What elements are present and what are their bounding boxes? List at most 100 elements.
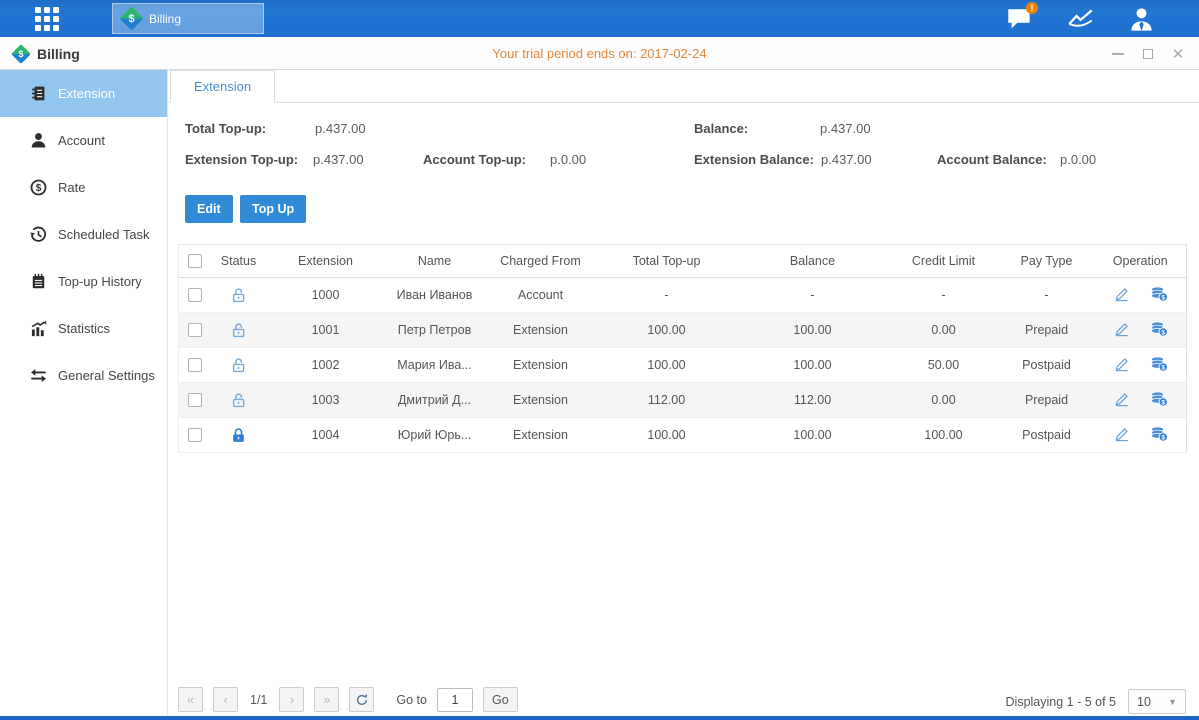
resource-monitor-icon[interactable]: [1067, 7, 1094, 31]
cell-extension: 1000: [267, 278, 385, 313]
cell-operation: $: [1095, 313, 1187, 348]
displaying-label: Displaying 1 - 5 of 5: [1006, 695, 1116, 709]
cell-pay-type: -: [999, 278, 1095, 313]
close-button[interactable]: ✕: [1171, 47, 1185, 61]
sidebar-item-label: Scheduled Task: [58, 227, 150, 242]
header-checkbox-cell: [179, 245, 211, 278]
topup-icon[interactable]: $: [1150, 391, 1168, 407]
column-charged-from: Charged From: [485, 245, 597, 278]
sidebar-item-rate[interactable]: $ Rate: [0, 164, 167, 211]
table-row[interactable]: 1001 Петр Петров Extension 100.00 100.00…: [179, 313, 1187, 348]
cell-extension: 1002: [267, 348, 385, 383]
cell-name: Иван Иванов: [385, 278, 485, 313]
user-account-icon[interactable]: [1128, 7, 1155, 31]
last-page-button[interactable]: »: [314, 687, 339, 712]
extension-balance-value: p.437.00: [821, 152, 872, 167]
goto-label: Go to: [396, 693, 427, 707]
go-button[interactable]: Go: [483, 687, 518, 712]
topup-icon[interactable]: $: [1150, 286, 1168, 302]
cell-charged-from: Extension: [485, 313, 597, 348]
column-pay-type: Pay Type: [999, 245, 1095, 278]
cell-pay-type: Prepaid: [999, 383, 1095, 418]
notifications-icon[interactable]: !: [1006, 7, 1033, 31]
sidebar-item-label: Account: [58, 133, 105, 148]
cell-balance: 112.00: [737, 383, 889, 418]
account-topup-label: Account Top-up:: [423, 152, 526, 167]
app-launcher-icon[interactable]: [35, 7, 59, 31]
prev-page-button[interactable]: ‹: [213, 687, 238, 712]
history-icon: [30, 226, 47, 243]
cell-credit-limit: 50.00: [889, 348, 999, 383]
top-up-button[interactable]: Top Up: [240, 195, 306, 223]
row-checkbox[interactable]: [188, 393, 202, 407]
edit-icon[interactable]: [1113, 286, 1131, 302]
cell-total-topup: 112.00: [597, 383, 737, 418]
edit-button[interactable]: Edit: [185, 195, 233, 223]
cell-name: Петр Петров: [385, 313, 485, 348]
topup-icon[interactable]: $: [1150, 426, 1168, 442]
tab-strip: Extension: [168, 70, 1199, 103]
refresh-icon[interactable]: [349, 687, 374, 712]
extension-topup-value: p.437.00: [313, 152, 364, 167]
cell-operation: $: [1095, 348, 1187, 383]
sidebar-item-top-up-history[interactable]: Top-up History: [0, 258, 167, 305]
table-row[interactable]: 1004 Юрий Юрь... Extension 100.00 100.00…: [179, 418, 1187, 453]
next-page-button[interactable]: ›: [279, 687, 304, 712]
user-icon: [30, 132, 47, 149]
table-row[interactable]: 1002 Мария Ива... Extension 100.00 100.0…: [179, 348, 1187, 383]
sidebar-item-scheduled-task[interactable]: Scheduled Task: [0, 211, 167, 258]
cell-total-topup: 100.00: [597, 348, 737, 383]
cell-extension: 1004: [267, 418, 385, 453]
topup-icon[interactable]: $: [1150, 321, 1168, 337]
sidebar-item-extension[interactable]: Extension: [0, 70, 167, 117]
cell-credit-limit: -: [889, 278, 999, 313]
desktop-topbar: $ Billing !: [0, 0, 1199, 37]
column-credit-limit: Credit Limit: [889, 245, 999, 278]
cell-charged-from: Account: [485, 278, 597, 313]
cell-checkbox: [179, 313, 211, 348]
svg-text:$: $: [1161, 399, 1165, 406]
select-all-checkbox[interactable]: [188, 254, 202, 268]
row-checkbox[interactable]: [188, 323, 202, 337]
goto-page-input[interactable]: [437, 688, 473, 712]
stats-icon: [30, 320, 47, 337]
tab-extension[interactable]: Extension: [170, 70, 275, 103]
column-total-topup: Total Top-up: [597, 245, 737, 278]
cell-total-topup: 100.00: [597, 418, 737, 453]
sidebar-item-label: Extension: [58, 86, 115, 101]
cell-status: [211, 383, 267, 418]
topup-icon[interactable]: $: [1150, 356, 1168, 372]
table-row[interactable]: 1000 Иван Иванов Account - - - -: [179, 278, 1187, 313]
edit-icon[interactable]: [1113, 321, 1131, 337]
cell-charged-from: Extension: [485, 348, 597, 383]
notepad-icon: [30, 273, 47, 290]
cell-credit-limit: 100.00: [889, 418, 999, 453]
cell-balance: 100.00: [737, 313, 889, 348]
taskbar-tab-billing[interactable]: $ Billing: [112, 3, 264, 34]
first-page-button[interactable]: «: [178, 687, 203, 712]
cell-name: Юрий Юрь...: [385, 418, 485, 453]
window-controls: ✕: [1111, 37, 1185, 70]
table-row[interactable]: 1003 Дмитрий Д... Extension 112.00 112.0…: [179, 383, 1187, 418]
lock-closed-icon: [230, 427, 247, 441]
sidebar-item-label: Top-up History: [58, 274, 142, 289]
sidebar-item-label: Rate: [58, 180, 85, 195]
cell-total-topup: 100.00: [597, 313, 737, 348]
sidebar-item-general-settings[interactable]: General Settings: [0, 352, 167, 399]
minimize-button[interactable]: [1111, 47, 1125, 61]
edit-icon[interactable]: [1113, 391, 1131, 407]
account-balance-value: p.0.00: [1060, 152, 1096, 167]
cell-charged-from: Extension: [485, 383, 597, 418]
svg-text:$: $: [1161, 294, 1165, 301]
row-checkbox[interactable]: [188, 288, 202, 302]
sidebar-item-account[interactable]: Account: [0, 117, 167, 164]
edit-icon[interactable]: [1113, 426, 1131, 442]
svg-text:$: $: [36, 183, 42, 194]
page-size-select[interactable]: 10 ▼: [1128, 689, 1186, 714]
edit-icon[interactable]: [1113, 356, 1131, 372]
row-checkbox[interactable]: [188, 428, 202, 442]
row-checkbox[interactable]: [188, 358, 202, 372]
column-balance: Balance: [737, 245, 889, 278]
maximize-button[interactable]: [1141, 47, 1155, 61]
sidebar-item-statistics[interactable]: Statistics: [0, 305, 167, 352]
